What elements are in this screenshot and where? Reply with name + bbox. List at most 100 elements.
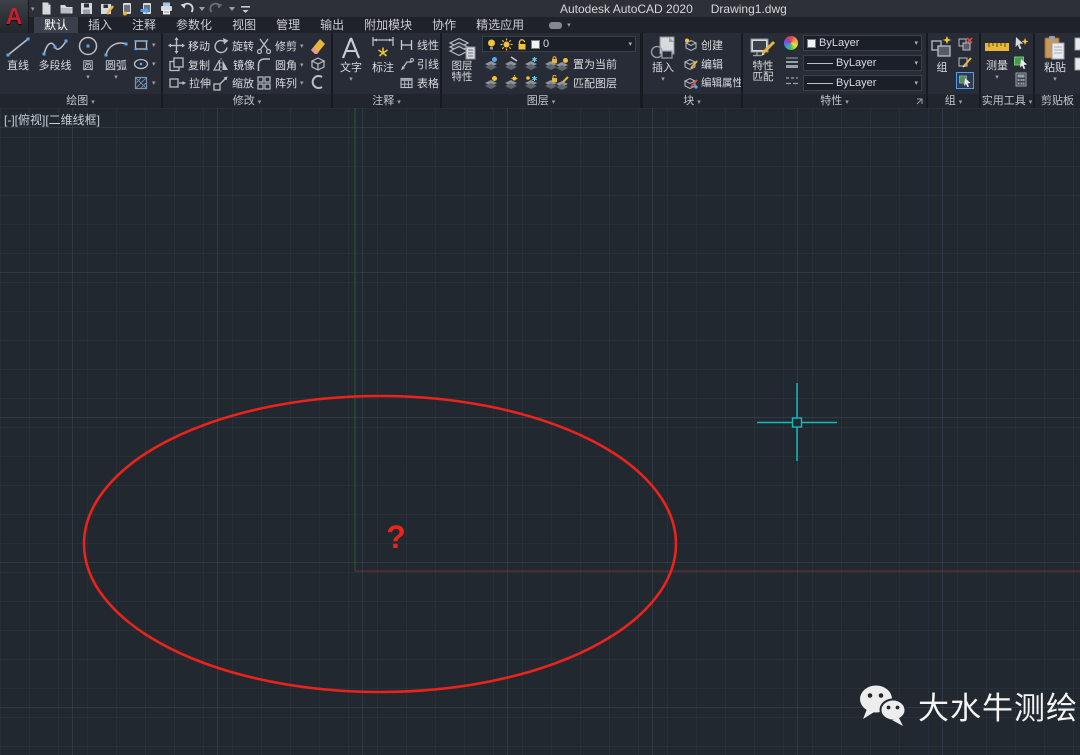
mirror-button[interactable]: 镜像 xyxy=(212,56,255,73)
tab-view[interactable]: 视图 xyxy=(222,17,266,33)
arc-flyout-icon[interactable]: ▾ xyxy=(114,74,118,81)
text-flyout-icon[interactable]: ▾ xyxy=(349,76,353,83)
fillet-button[interactable]: 圆角 ▾ xyxy=(256,56,304,73)
ribbon-display-options[interactable]: ▾ xyxy=(548,17,571,33)
panel-label-annotation[interactable]: 注释▾ xyxy=(333,94,440,108)
scale-button[interactable]: 缩放 xyxy=(212,75,254,91)
fillet-flyout-icon[interactable]: ▾ xyxy=(300,61,304,69)
explode-button[interactable] xyxy=(309,55,327,72)
edit-attributes-button[interactable]: 编辑属性 ▾ xyxy=(683,75,741,90)
panel-label-modify[interactable]: 修改▾ xyxy=(163,94,331,108)
object-color-button[interactable] xyxy=(784,36,798,50)
join-button[interactable] xyxy=(309,74,326,90)
group-select-toggle[interactable] xyxy=(956,72,974,89)
new-file-icon[interactable] xyxy=(38,1,55,16)
layer-select-dropdown[interactable]: 0 ▾ xyxy=(482,36,636,52)
color-dropdown[interactable]: ByLayer ▾ xyxy=(803,35,922,51)
panel-label-clipboard[interactable]: 剪贴板 xyxy=(1035,94,1080,108)
save-web-mobile-icon[interactable] xyxy=(138,1,155,16)
paste-button[interactable]: 粘贴 ▾ xyxy=(1040,35,1070,83)
tab-addins[interactable]: 附加模块 xyxy=(354,17,422,33)
undo-dropdown-icon[interactable] xyxy=(198,1,205,16)
text-button[interactable]: 文字 ▾ xyxy=(336,35,366,83)
array-button[interactable]: 阵列 ▾ xyxy=(256,75,304,91)
layer-dropdown-caret-icon[interactable]: ▾ xyxy=(628,40,632,48)
tab-featured-apps[interactable]: 精选应用 xyxy=(466,17,534,33)
rectangle-button[interactable]: ▾ xyxy=(133,37,156,53)
undo-icon[interactable] xyxy=(178,1,195,16)
leader-button[interactable]: 引线 ▾ xyxy=(399,56,440,72)
drawn-ellipse[interactable] xyxy=(84,396,676,692)
tab-home[interactable]: 默认 xyxy=(34,17,78,33)
calculator-button[interactable] xyxy=(1013,72,1029,87)
table-button[interactable]: 表格 xyxy=(399,75,439,91)
polyline-button[interactable]: 多段线 xyxy=(35,35,75,73)
layer-thaw-icon[interactable] xyxy=(503,75,519,90)
paste-flyout-icon[interactable]: ▾ xyxy=(1053,76,1057,83)
measure-button[interactable]: 测量 ▾ xyxy=(983,35,1011,81)
circle-flyout-icon[interactable]: ▾ xyxy=(86,74,90,81)
viewport-controls-label[interactable]: [-][俯视][二维线框] xyxy=(4,111,100,128)
lineweight-dropdown[interactable]: ByLayer ▾ xyxy=(803,55,922,71)
circle-button[interactable]: 圆 ▾ xyxy=(76,35,100,81)
layer-on-icon[interactable] xyxy=(483,75,499,90)
arc-button[interactable]: 圆弧 ▾ xyxy=(102,35,130,81)
tab-insert[interactable]: 插入 xyxy=(78,17,122,33)
lineweight-button[interactable] xyxy=(784,55,800,69)
tab-parametric[interactable]: 参数化 xyxy=(166,17,222,33)
panel-label-groups[interactable]: 组▾ xyxy=(928,94,979,108)
layer-properties-button[interactable]: 图层 特性 xyxy=(444,35,480,83)
panel-label-properties[interactable]: 特性▾ xyxy=(743,94,926,108)
panel-label-draw[interactable]: 绘图▾ xyxy=(0,94,161,108)
layer-off-icon[interactable] xyxy=(483,56,499,71)
cut-icon[interactable] xyxy=(1074,37,1080,51)
panel-expand-icon[interactable] xyxy=(916,98,923,105)
linetype-dropdown[interactable]: ByLayer ▾ xyxy=(803,75,922,91)
array-flyout-icon[interactable]: ▾ xyxy=(300,79,304,87)
measure-flyout-icon[interactable]: ▾ xyxy=(995,74,999,81)
layer-freeze-icon[interactable] xyxy=(523,56,539,71)
group-button[interactable]: 组 xyxy=(930,35,954,75)
trim-flyout-icon[interactable]: ▾ xyxy=(300,42,304,50)
open-web-mobile-icon[interactable] xyxy=(118,1,135,16)
tab-annotate[interactable]: 注释 xyxy=(122,17,166,33)
ellipse-button[interactable]: ▾ xyxy=(133,56,156,72)
edit-block-button[interactable]: 编辑 xyxy=(683,56,723,72)
stretch-button[interactable]: 拉伸 xyxy=(168,75,211,91)
line-button[interactable]: 直线 xyxy=(2,35,34,73)
match-properties-button[interactable]: 特性 匹配 xyxy=(745,35,781,83)
tab-manage[interactable]: 管理 xyxy=(266,17,310,33)
rotate-button[interactable]: 旋转 xyxy=(212,37,254,54)
layer-freeze-thaw-icon[interactable] xyxy=(523,75,539,90)
qat-customize-icon[interactable] xyxy=(238,1,255,16)
panel-label-utilities[interactable]: 实用工具▾ xyxy=(981,94,1033,108)
tab-collaborate[interactable]: 协作 xyxy=(422,17,466,33)
quick-select-button[interactable] xyxy=(1013,36,1029,51)
tab-output[interactable]: 输出 xyxy=(310,17,354,33)
select-all-button[interactable] xyxy=(1013,54,1029,69)
copy-button[interactable]: 复制 xyxy=(168,56,210,73)
logo-dropdown-icon[interactable]: ▾ xyxy=(31,5,35,13)
open-folder-icon[interactable] xyxy=(58,1,75,16)
panel-label-layers[interactable]: 图层▾ xyxy=(442,94,640,108)
hatch-button[interactable]: ▾ xyxy=(133,75,156,91)
erase-button[interactable] xyxy=(308,36,328,54)
dimension-button[interactable]: 标注 xyxy=(368,35,398,75)
ungroup-button[interactable] xyxy=(957,36,973,51)
create-block-button[interactable]: 创建 xyxy=(683,37,723,53)
linetype-button[interactable] xyxy=(784,74,800,88)
layer-isolate-icon[interactable] xyxy=(503,56,519,71)
save-as-icon[interactable] xyxy=(98,1,115,16)
trim-button[interactable]: 修剪 ▾ xyxy=(256,37,304,54)
copy-clip-icon[interactable] xyxy=(1074,57,1080,71)
set-current-button[interactable]: 置为当前 xyxy=(554,56,617,72)
insert-flyout-icon[interactable]: ▾ xyxy=(661,76,665,83)
drawing-canvas[interactable]: ? [-][俯视][二维线框] 大水牛测绘 xyxy=(0,108,1080,755)
autocad-logo[interactable]: A xyxy=(0,0,29,33)
redo-dropdown-icon[interactable] xyxy=(228,1,235,16)
match-layer-button[interactable]: 匹配图层 xyxy=(554,75,617,91)
linear-dim-button[interactable]: 线性 ▾ xyxy=(399,37,440,53)
insert-block-button[interactable]: 插入 ▾ xyxy=(647,35,679,83)
group-edit-button[interactable] xyxy=(957,54,973,69)
panel-label-block[interactable]: 块▾ xyxy=(643,94,741,108)
